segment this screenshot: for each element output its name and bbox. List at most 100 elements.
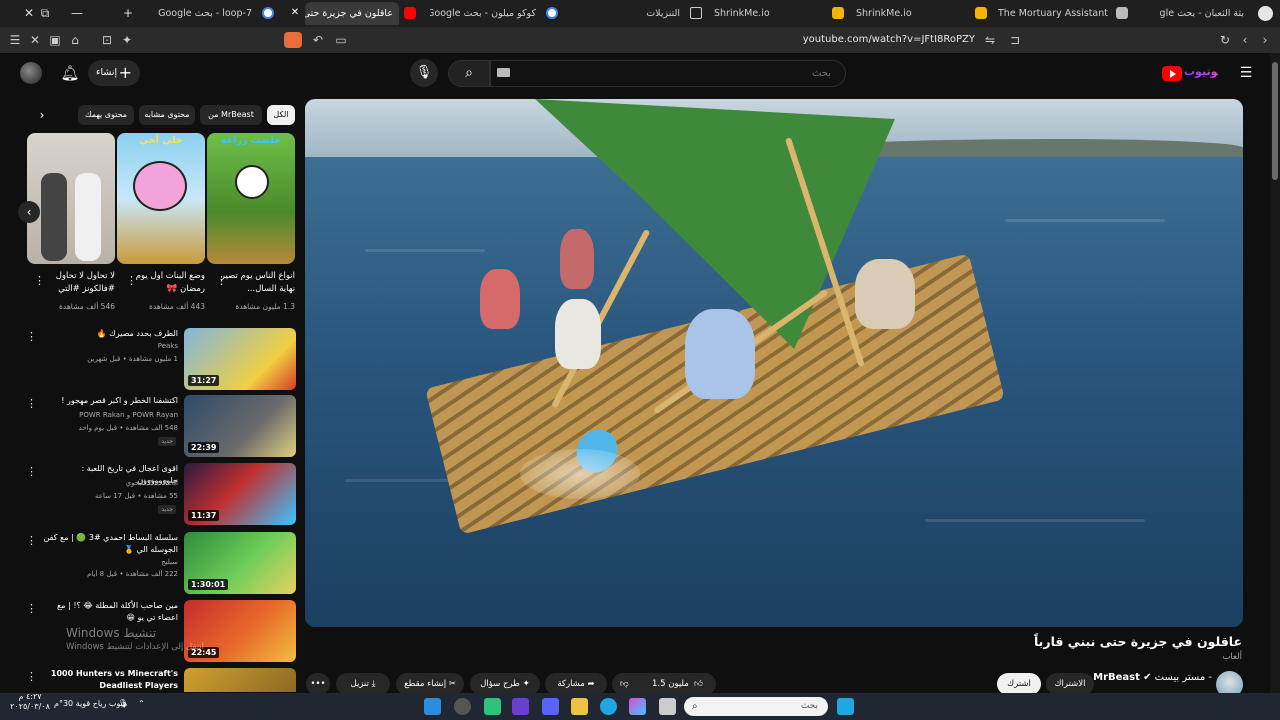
tab-mortuary-assistant[interactable]: The Mortuary Assistant Price (992, 2, 1112, 25)
restore-window-button[interactable]: ⧉ (30, 0, 60, 27)
screenshot-icon[interactable]: ⊡ (100, 33, 114, 47)
video-meta: 55 مشاهدة • قبل 17 ساعة (95, 492, 178, 500)
guide-menu-icon[interactable]: ☰ (1238, 65, 1254, 81)
microphone-icon[interactable]: 🎙︎ (118, 699, 128, 708)
recommendation-item[interactable]: 31:27 الطرف بحدد مصيرك 🔥 Peaks 1 مليون م… (24, 328, 296, 392)
cast-icon[interactable]: ▭ (334, 33, 348, 47)
short-more-icon[interactable]: ⋮ (216, 274, 227, 288)
close-panel-icon[interactable]: ✕ (28, 33, 42, 47)
taskbar-clock[interactable]: ٤:٢٧ م ٢٠٢٥/٠٣/٠٨ (8, 692, 52, 712)
short-more-icon[interactable]: ⋮ (34, 274, 45, 288)
chip-for-you[interactable]: محتوى يهمك (78, 105, 134, 125)
clip-button[interactable]: إنشاء مقطع ✂ (396, 673, 464, 695)
like-icon[interactable]: 👍︎ (694, 673, 703, 695)
download-button[interactable]: تنزيل ⤓ (336, 673, 390, 695)
app-icon[interactable] (512, 698, 529, 715)
chips-next-chevron-icon[interactable]: › (34, 107, 50, 123)
account-avatar[interactable] (20, 62, 42, 84)
recommendation-item[interactable]: 22:39 اكتشفنا الخطر و اكبر قصر مهجور ! P… (24, 395, 296, 459)
settings-gear-icon[interactable] (454, 698, 471, 715)
sidebar-toggle-icon[interactable]: ▣ (48, 33, 62, 47)
tab-downloads[interactable]: التنزيلات (630, 2, 686, 25)
youtube-logo[interactable]: يوتيوب (1162, 65, 1222, 83)
edge-icon[interactable] (600, 698, 617, 715)
video-thumbnail: 22:39 (184, 395, 296, 457)
share-button[interactable]: مشاركة ➦ (545, 673, 607, 695)
voice-search-icon[interactable]: 🎙︎ (410, 59, 438, 87)
url-field[interactable]: youtube.com/watch?v=JFtI8RoPZY (760, 32, 975, 48)
tab-shrinkme-1[interactable]: ShrinkMe.io (708, 2, 780, 25)
new-badge: جديد (158, 437, 176, 446)
scrollbar-thumb[interactable] (1272, 62, 1278, 180)
recommendation-item[interactable]: 1000 Hunters vs Minecraft's Deadliest Pl… (24, 668, 296, 692)
short-more-icon[interactable]: ⋮ (126, 274, 137, 288)
video-duration: 22:39 (188, 442, 220, 453)
subscribe-button[interactable]: اشترك (997, 673, 1041, 695)
site-settings-icon[interactable]: ⇋ (983, 33, 997, 47)
menu-icon[interactable]: ☰ (8, 33, 22, 47)
short-thumbnail[interactable] (27, 133, 115, 264)
tab-snake-search[interactable]: بثة الثعبان - بحث Google (1160, 2, 1250, 25)
tab-shrinkme-2[interactable]: ShrinkMe.io (850, 2, 920, 25)
person (555, 299, 601, 369)
search-input[interactable] (490, 60, 846, 87)
steam-icon[interactable] (424, 698, 441, 715)
dislike-icon[interactable]: 👎︎ (620, 673, 629, 695)
keyboard-icon[interactable] (497, 68, 510, 77)
create-label: إنشاء (96, 67, 118, 78)
tab-youtube-video[interactable]: عاقلون في جزيرة حتى (305, 2, 399, 25)
create-button[interactable]: إنشاء + (88, 60, 140, 86)
taskbar-search[interactable]: بحث ⌕ (684, 697, 828, 716)
weather-widget[interactable]: هبوب رياح قوية 30°م (54, 699, 127, 708)
back-icon[interactable]: ‹ (1238, 33, 1252, 47)
bookmark-icon[interactable]: ⊐ (1008, 33, 1022, 47)
forward-icon[interactable]: › (1258, 33, 1272, 47)
more-options-icon[interactable]: ⋮ (26, 397, 37, 411)
file-explorer-icon[interactable] (571, 698, 588, 715)
task-view-icon[interactable] (659, 698, 676, 715)
search-icon: ⌕ (692, 701, 698, 712)
tray-chevron-up-icon[interactable]: ⌃ (138, 699, 145, 708)
search-icon[interactable]: ⌕ (448, 60, 490, 87)
short-thumbnail[interactable]: خلصت زراعة (207, 133, 295, 264)
more-options-icon[interactable]: ⋮ (26, 330, 37, 344)
more-options-icon[interactable]: ⋮ (26, 465, 37, 479)
recommendation-item[interactable]: 1:30:01 سلسلة البساط احمدي #3 🟢 | مع كفن… (24, 532, 296, 596)
short-thumbnail[interactable]: خلي أخي (117, 133, 205, 264)
chip-similar[interactable]: محتوى مشابه (139, 105, 195, 125)
join-button[interactable]: الاشتراك (1046, 673, 1094, 695)
game-label[interactable]: ألعاب (1150, 652, 1242, 666)
channel-name[interactable]: - مستر بيست ✔ MrBeast (1093, 672, 1212, 686)
app-icon[interactable] (484, 698, 501, 715)
reload-icon[interactable]: ↻ (1218, 33, 1232, 47)
like-count[interactable]: 1.5 مليون (652, 673, 689, 695)
app-icon[interactable] (629, 698, 646, 715)
more-options-icon[interactable]: ⋮ (26, 670, 37, 684)
windows-start-icon[interactable] (837, 698, 854, 715)
extensions-icon[interactable]: ✦ (120, 33, 134, 47)
discord-icon[interactable] (542, 698, 559, 715)
tab-coco-melon[interactable]: كوكو ميلون - بحث Google (430, 2, 542, 25)
recommendation-item[interactable]: 11:37 اقوى اعجال في تاريخ اللعبة : جلووو… (24, 463, 296, 527)
shorts-prev-chevron-icon[interactable]: ‹ (18, 201, 40, 223)
video-thumbnail: 1:30:01 (184, 532, 296, 594)
minimize-window-button[interactable]: — (62, 0, 92, 27)
new-tab-button[interactable]: + (113, 0, 143, 27)
bookmark-panel-icon[interactable]: ⌂ (68, 33, 82, 47)
channel-name: Peaks (157, 342, 178, 350)
short-title[interactable]: انواع الناس يوم تصير نهاية السال... (215, 270, 295, 298)
close-tab-icon[interactable]: ✕ (288, 6, 302, 20)
notifications-bell-icon[interactable]: 🔔︎ (60, 63, 80, 83)
chip-from-mrbeast[interactable]: من MrBeast (200, 105, 262, 125)
more-options-icon[interactable]: ⋮ (26, 602, 37, 616)
video-player[interactable] (305, 99, 1243, 627)
short-title[interactable]: وضع البنات اول يوم رمضان 🎀 (125, 270, 205, 298)
more-options-icon[interactable]: ⋮ (26, 534, 37, 548)
more-actions-button[interactable]: ••• (306, 673, 330, 695)
brave-shield-icon[interactable] (284, 32, 302, 48)
share-icon[interactable]: ↶ (311, 33, 325, 47)
chip-all[interactable]: الكل (267, 105, 295, 125)
tab-loop7[interactable]: loop-7 - بحث Google (140, 2, 258, 25)
ask-button[interactable]: طرح سؤال ✦ (470, 673, 540, 695)
short-title[interactable]: لا تحاول لا تحاول #فالكونز #التي (35, 270, 115, 298)
